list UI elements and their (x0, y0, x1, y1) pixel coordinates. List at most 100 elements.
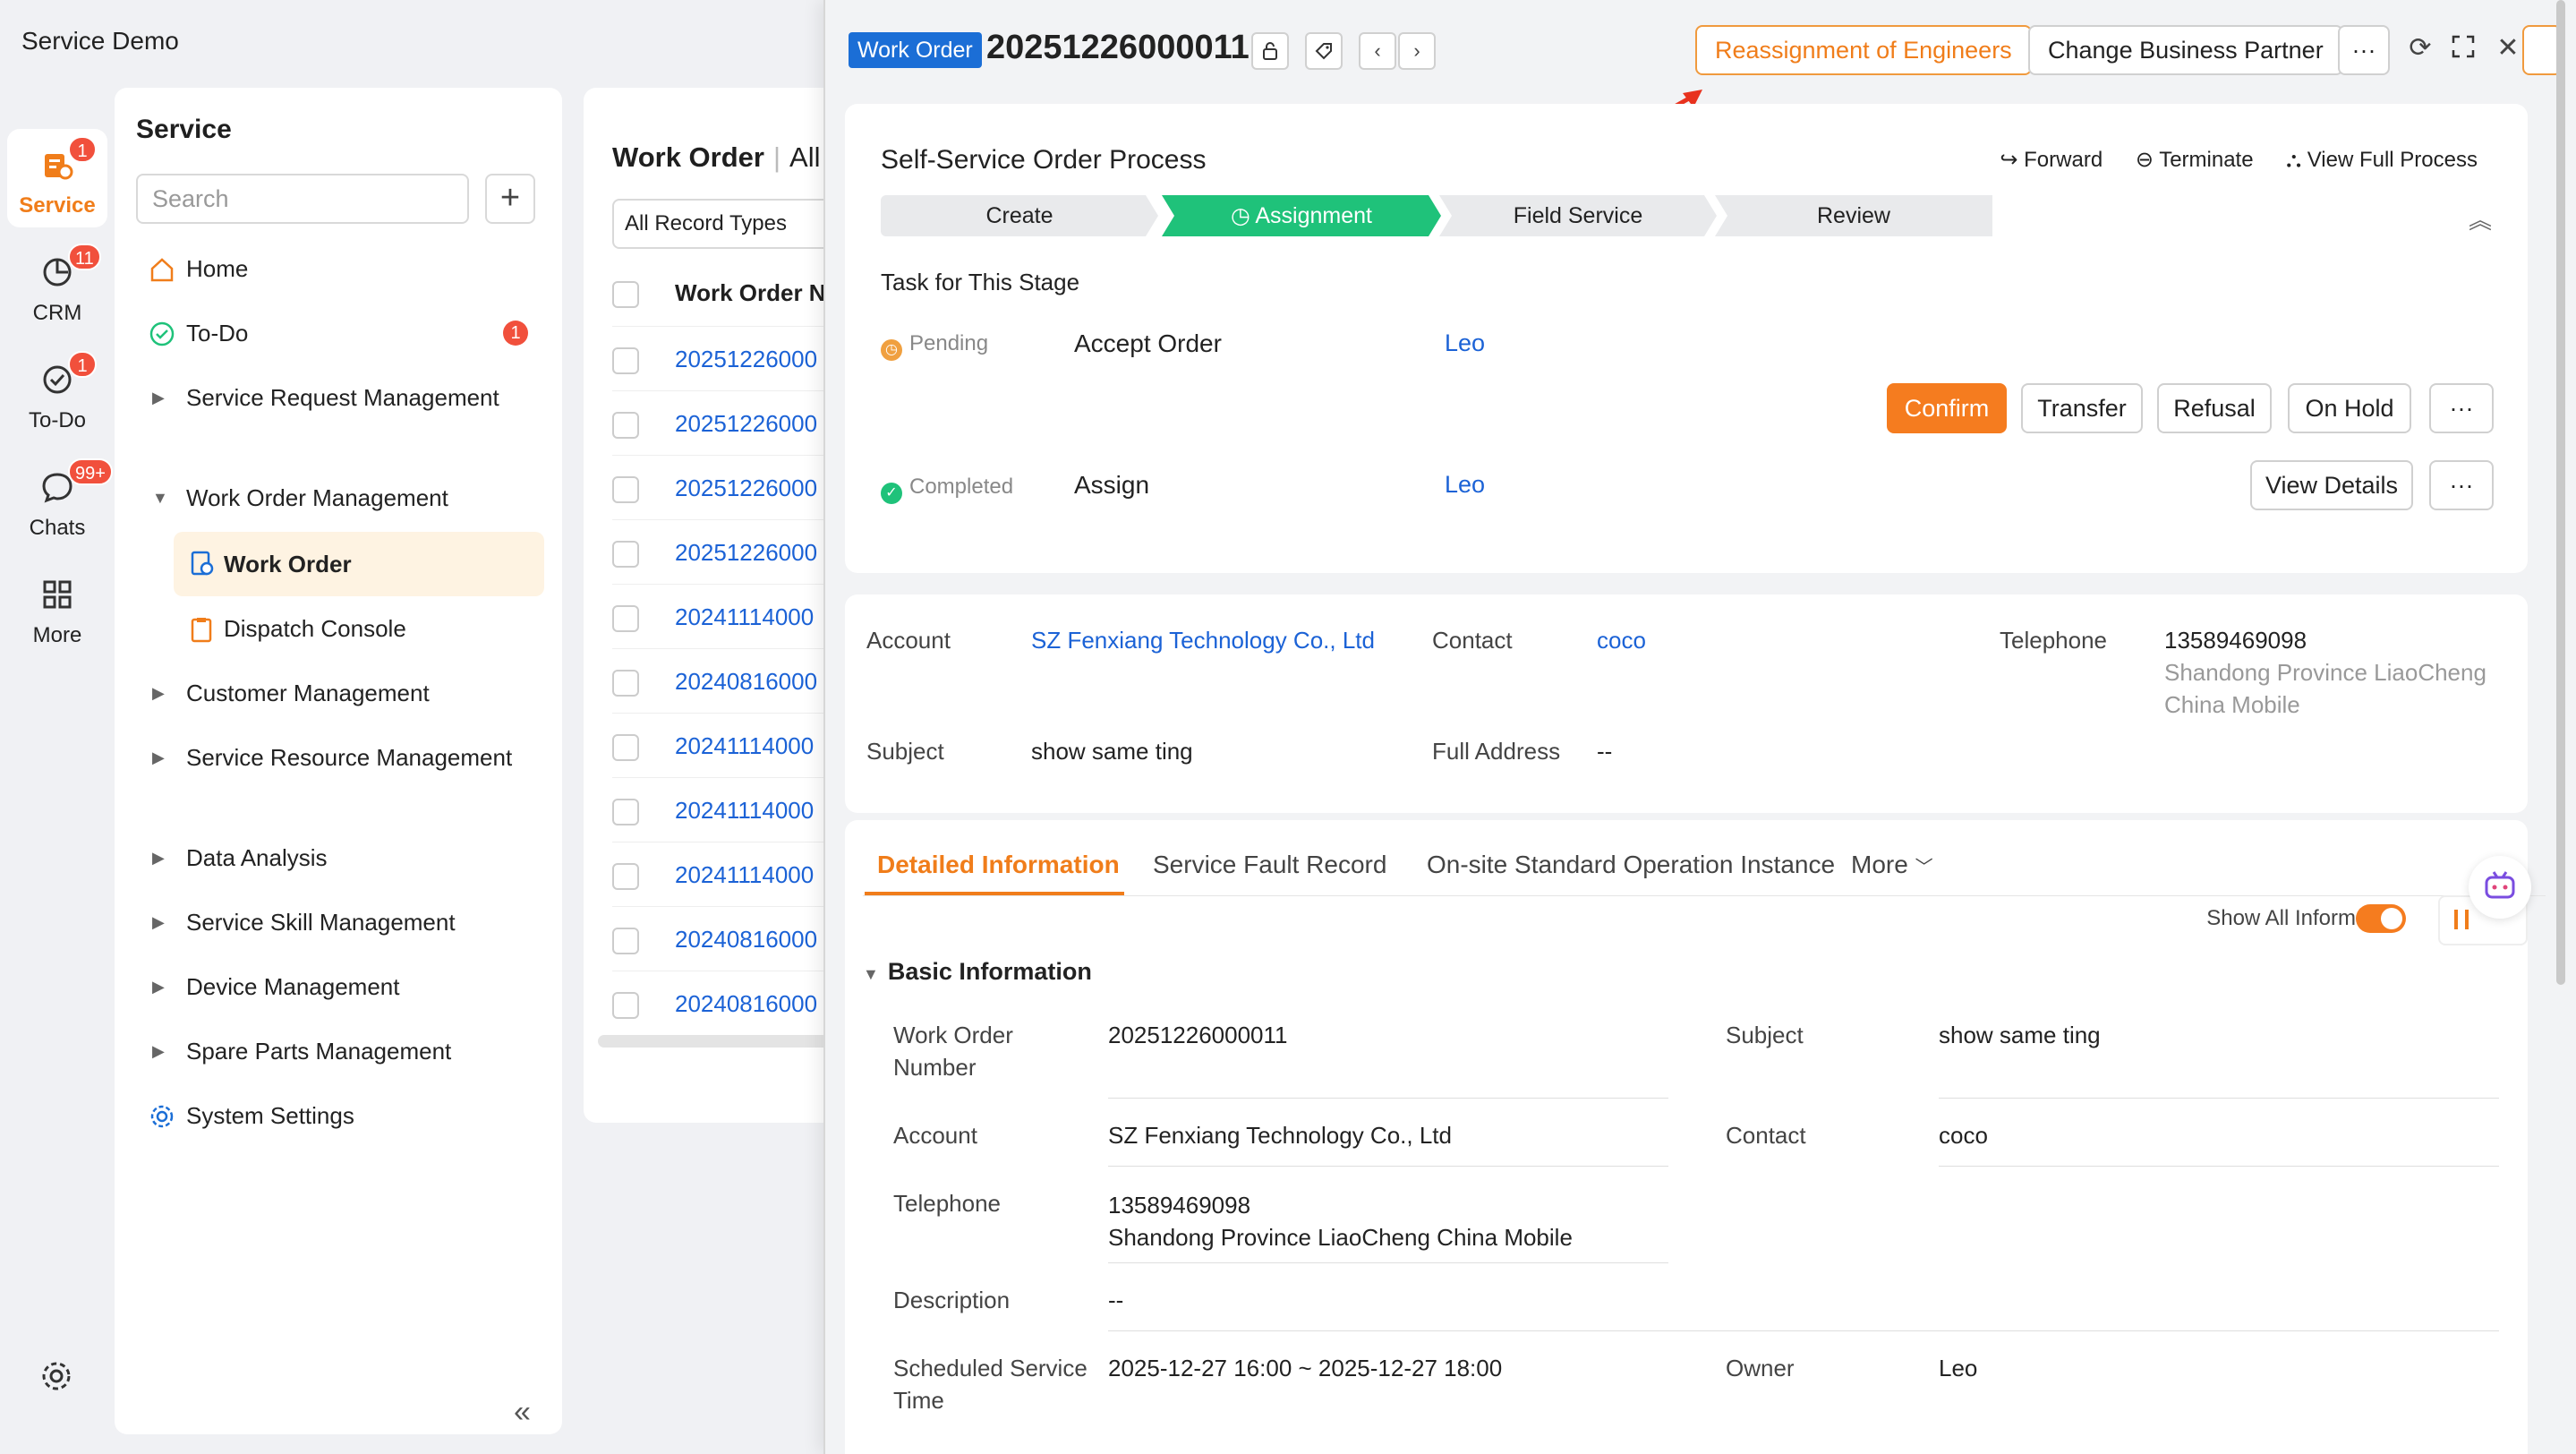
account-link[interactable]: SZ Fenxiang Technology Co., Ltd (1108, 1119, 1452, 1151)
list-row[interactable]: 20240816000 (612, 906, 852, 971)
close-icon[interactable]: ✕ (2494, 34, 2522, 63)
add-button[interactable]: + (485, 174, 535, 224)
menu-item-todo[interactable]: To-Do 1 (136, 315, 544, 351)
task-owner-link[interactable]: Leo (1445, 329, 1485, 357)
rail-item-chats[interactable]: 99+ Chats (7, 451, 113, 550)
row-checkbox[interactable] (612, 992, 639, 1020)
menu-item-service-skill-management[interactable]: ▶ Service Skill Management (136, 904, 544, 940)
telephone-location: Shandong Province LiaoCheng (2164, 659, 2486, 686)
row-checkbox[interactable] (612, 734, 639, 762)
step-create[interactable]: Create (881, 195, 1158, 236)
contact-link[interactable]: coco (1597, 627, 1646, 654)
row-checkbox[interactable] (612, 799, 639, 826)
assistant-bot-icon[interactable] (2469, 856, 2531, 919)
account-link[interactable]: SZ Fenxiang Technology Co., Ltd (1031, 627, 1375, 654)
field-divider (1108, 1166, 1668, 1167)
list-row[interactable]: 20251226000 (612, 455, 852, 519)
confirm-button[interactable]: Confirm (1887, 383, 2007, 433)
reassignment-of-engineers-button[interactable]: Reassignment of Engineers (1695, 25, 2032, 75)
horizontal-scrollbar[interactable] (598, 1035, 852, 1048)
menu-item-data-analysis[interactable]: ▶ Data Analysis (136, 840, 544, 876)
row-checkbox[interactable] (612, 476, 639, 504)
vertical-scrollbar[interactable] (2556, 0, 2565, 985)
field-divider (1939, 1166, 2499, 1167)
record-type-tag: Work Order (849, 32, 982, 68)
list-row[interactable]: 20251226000 (612, 390, 852, 455)
step-field-service[interactable]: Field Service (1439, 195, 1717, 236)
list-row[interactable]: 20241114000 (612, 842, 852, 906)
row-checkbox[interactable] (612, 347, 639, 375)
refusal-button[interactable]: Refusal (2157, 383, 2272, 433)
caret-right-icon: ▶ (152, 1042, 165, 1060)
task-more-button[interactable]: ··· (2429, 460, 2494, 510)
tab-on-site-standard-operation-instance[interactable]: On-site Standard Operation Instance (1427, 851, 1835, 879)
work-order-number: 20251226000011 (986, 29, 1250, 66)
tab-service-fault-record[interactable]: Service Fault Record (1153, 851, 1386, 879)
select-all-checkbox[interactable] (612, 281, 639, 309)
row-checkbox[interactable] (612, 412, 639, 440)
todo-badge: 1 (503, 321, 528, 346)
view-details-button[interactable]: View Details (2250, 460, 2413, 510)
record-type-filter[interactable]: All Record Types (612, 199, 852, 249)
basic-information-title[interactable]: ▼ Basic Information (863, 958, 1092, 986)
show-all-information-toggle[interactable] (2356, 904, 2406, 933)
list-row[interactable]: 20251226000 (612, 326, 852, 390)
previous-record-chevron-left-icon[interactable]: ‹ (1359, 32, 1396, 70)
refresh-icon[interactable]: ⟳ (2406, 34, 2435, 63)
more-actions-button[interactable]: ··· (2338, 25, 2390, 75)
forward-link[interactable]: ↪ Forward (2000, 148, 2103, 172)
change-business-partner-button[interactable]: Change Business Partner (2028, 25, 2343, 75)
settings-gear-icon[interactable] (39, 1359, 73, 1393)
tag-icon[interactable] (1305, 32, 1343, 70)
tab-detailed-information[interactable]: Detailed Information (877, 851, 1120, 879)
list-row[interactable]: 20251226000 (612, 519, 852, 584)
menu-item-device-management[interactable]: ▶ Device Management (136, 969, 544, 1005)
view-full-process-link[interactable]: ⛬ View Full Process (2286, 148, 2478, 172)
rail-item-todo[interactable]: 1 To-Do (7, 344, 107, 442)
tab-more[interactable]: More ﹀ (1851, 851, 1933, 879)
menu-item-service-resource-management[interactable]: ▶ Service Resource Management (136, 740, 544, 811)
chat-icon: 99+ (41, 458, 113, 503)
terminate-link[interactable]: ⊖ Terminate (2136, 148, 2254, 172)
subject-value: show same ting (1939, 1022, 2101, 1048)
list-row[interactable]: 20241114000 (612, 777, 852, 842)
list-row[interactable]: 20240816000 (612, 971, 852, 1035)
collapse-double-left-icon[interactable]: « (514, 1395, 531, 1430)
caret-right-icon: ▶ (152, 748, 165, 766)
next-record-chevron-right-icon[interactable]: › (1398, 32, 1436, 70)
rail-item-more[interactable]: More (7, 559, 107, 657)
on-hold-button[interactable]: On Hold (2288, 383, 2411, 433)
caret-right-icon: ▶ (152, 684, 165, 702)
grid-icon (41, 578, 73, 611)
list-row[interactable]: 20241114000 (612, 713, 852, 777)
menu-item-system-settings[interactable]: System Settings (136, 1098, 544, 1133)
row-checkbox[interactable] (612, 928, 639, 955)
row-checkbox[interactable] (612, 670, 639, 697)
menu-item-customer-management[interactable]: ▶ Customer Management (136, 675, 544, 711)
collapse-up-icon[interactable]: ︽ (2469, 202, 2492, 235)
step-assignment[interactable]: ◷ Assignment (1162, 195, 1441, 236)
list-row[interactable]: 20241114000 (612, 584, 852, 648)
task-more-button[interactable]: ··· (2429, 383, 2494, 433)
lock-icon[interactable] (1251, 32, 1289, 70)
menu-item-work-order-management[interactable]: ▼ Work Order Management (136, 480, 544, 516)
row-checkbox[interactable] (612, 605, 639, 633)
task-owner-link[interactable]: Leo (1445, 471, 1485, 499)
row-checkbox[interactable] (612, 541, 639, 569)
work-order-list-panel: Work Order | All All Record Types Work Ord… (584, 88, 852, 1123)
menu-item-dispatch-console[interactable]: Dispatch Console (174, 611, 544, 646)
row-checkbox[interactable] (612, 863, 639, 891)
step-review[interactable]: Review (1715, 195, 1992, 236)
menu-item-home[interactable]: Home (136, 251, 544, 287)
menu-item-spare-parts-management[interactable]: ▶ Spare Parts Management (136, 1033, 544, 1069)
menu-item-service-request-management[interactable]: ▶ Service Request Management (136, 380, 544, 451)
menu-item-work-order[interactable]: Work Order (174, 532, 544, 596)
contact-link[interactable]: coco (1939, 1119, 1988, 1151)
expand-icon[interactable] (2449, 34, 2478, 63)
list-row[interactable]: 20240816000 (612, 648, 852, 713)
search-input[interactable]: Search (136, 174, 469, 224)
rail-item-service[interactable]: 1 Service (7, 129, 107, 227)
telephone-value: 13589469098 (2164, 627, 2307, 654)
transfer-button[interactable]: Transfer (2021, 383, 2143, 433)
rail-item-crm[interactable]: 11 CRM (7, 236, 107, 335)
